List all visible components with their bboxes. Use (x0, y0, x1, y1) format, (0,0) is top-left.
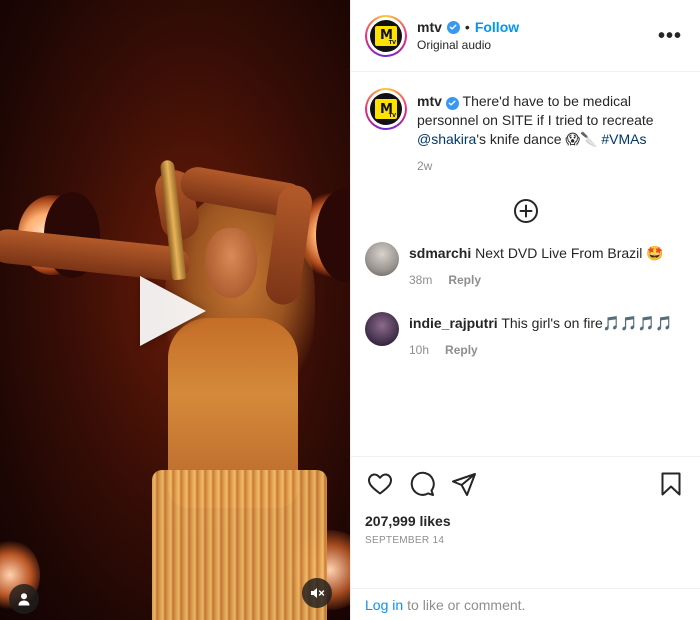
video-player[interactable] (0, 0, 350, 620)
like-button[interactable] (365, 469, 395, 499)
avatar[interactable] (365, 242, 399, 276)
muted-speaker-icon (311, 588, 325, 598)
comment-button[interactable] (407, 469, 437, 499)
instagram-post-view: M TV mtv • Follow Original audio ••• M T… (0, 0, 700, 620)
header-text: mtv • Follow Original audio (417, 19, 658, 52)
comment-bubble-icon (410, 471, 435, 496)
comment-meta: 38m Reply (409, 271, 686, 290)
avatar[interactable] (365, 312, 399, 346)
bookmark-icon (661, 472, 681, 496)
comment-body: sdmarchi Next DVD Live From Brazil 🤩 38m… (409, 242, 686, 290)
header-top-row: mtv • Follow (417, 19, 658, 35)
login-link[interactable]: Log in (365, 597, 403, 613)
timestamp[interactable]: 38m (409, 271, 432, 290)
mention-link[interactable]: @shakira (417, 131, 476, 147)
mtv-logo-mark: M TV (375, 99, 397, 119)
action-bar (365, 469, 686, 499)
comment-text: This girl's on fire🎵🎵🎵🎵 (501, 315, 673, 331)
mtv-logo-icon: M TV (370, 19, 402, 52)
user-tags-button[interactable] (9, 584, 39, 614)
post-actions: 207,999 likes September 14 (351, 456, 700, 588)
caption-text-part: 's knife dance 😱🔪 (476, 131, 602, 147)
login-prompt-text: to like or comment. (407, 596, 526, 613)
verified-badge-icon (446, 20, 460, 34)
comment-body: indie_rajputri This girl's on fire🎵🎵🎵🎵 1… (409, 312, 686, 360)
login-prompt: Log in to like or comment. (351, 588, 700, 620)
load-more-comments[interactable] (365, 198, 686, 224)
separator-dot: • (464, 19, 470, 35)
caption-body: mtv There'd have to be medical personnel… (417, 88, 686, 176)
comment-meta: 10h Reply (409, 341, 686, 360)
caption-meta: 2w (417, 157, 686, 176)
caption: M TV mtv There'd have to be medical perso… (365, 88, 686, 176)
avatar[interactable]: M TV (365, 14, 407, 57)
avatar-inner: M TV (367, 16, 405, 55)
comment-username[interactable]: indie_rajputri (409, 315, 498, 331)
share-button[interactable] (449, 469, 479, 499)
plus-circle-icon (513, 199, 538, 223)
comment-username[interactable]: sdmarchi (409, 245, 471, 261)
post-date[interactable]: September 14 (365, 535, 686, 546)
save-button[interactable] (656, 469, 686, 499)
reply-button[interactable]: Reply (445, 341, 478, 360)
like-count[interactable]: 207,999 likes (365, 513, 686, 529)
user-icon (18, 593, 30, 606)
comment-item: sdmarchi Next DVD Live From Brazil 🤩 38m… (365, 242, 686, 290)
mtv-logo-icon: M TV (370, 93, 402, 125)
audio-label[interactable]: Original audio (417, 38, 658, 52)
follow-button[interactable]: Follow (475, 19, 519, 35)
more-options-button[interactable]: ••• (658, 26, 682, 46)
caption-username[interactable]: mtv (417, 93, 442, 109)
timestamp[interactable]: 2w (417, 157, 432, 176)
timestamp[interactable]: 10h (409, 341, 429, 360)
play-icon[interactable] (140, 276, 206, 346)
mute-button[interactable] (302, 578, 332, 608)
comments-section: M TV mtv There'd have to be medical perso… (351, 72, 700, 456)
caption-text: mtv There'd have to be medical personnel… (417, 92, 686, 149)
author-username[interactable]: mtv (417, 19, 442, 35)
mtv-logo-mark: M TV (375, 25, 397, 46)
avatar[interactable]: M TV (365, 88, 407, 130)
heart-icon (368, 473, 392, 495)
reply-button[interactable]: Reply (448, 271, 481, 290)
comment-text: Next DVD Live From Brazil 🤩 (475, 245, 664, 261)
comment-item: indie_rajputri This girl's on fire🎵🎵🎵🎵 1… (365, 312, 686, 360)
comment-text-line: sdmarchi Next DVD Live From Brazil 🤩 (409, 244, 686, 263)
performer-fringe-skirt (152, 470, 327, 620)
post-side-panel: M TV mtv • Follow Original audio ••• M T… (350, 0, 700, 620)
post-header: M TV mtv • Follow Original audio ••• (351, 0, 700, 72)
hashtag-link[interactable]: #VMAs (601, 131, 646, 147)
performer-face (205, 228, 257, 298)
paper-plane-icon (452, 473, 476, 496)
verified-badge-icon (445, 96, 459, 110)
comment-text-line: indie_rajputri This girl's on fire🎵🎵🎵🎵 (409, 314, 686, 333)
avatar-inner: M TV (367, 90, 405, 128)
